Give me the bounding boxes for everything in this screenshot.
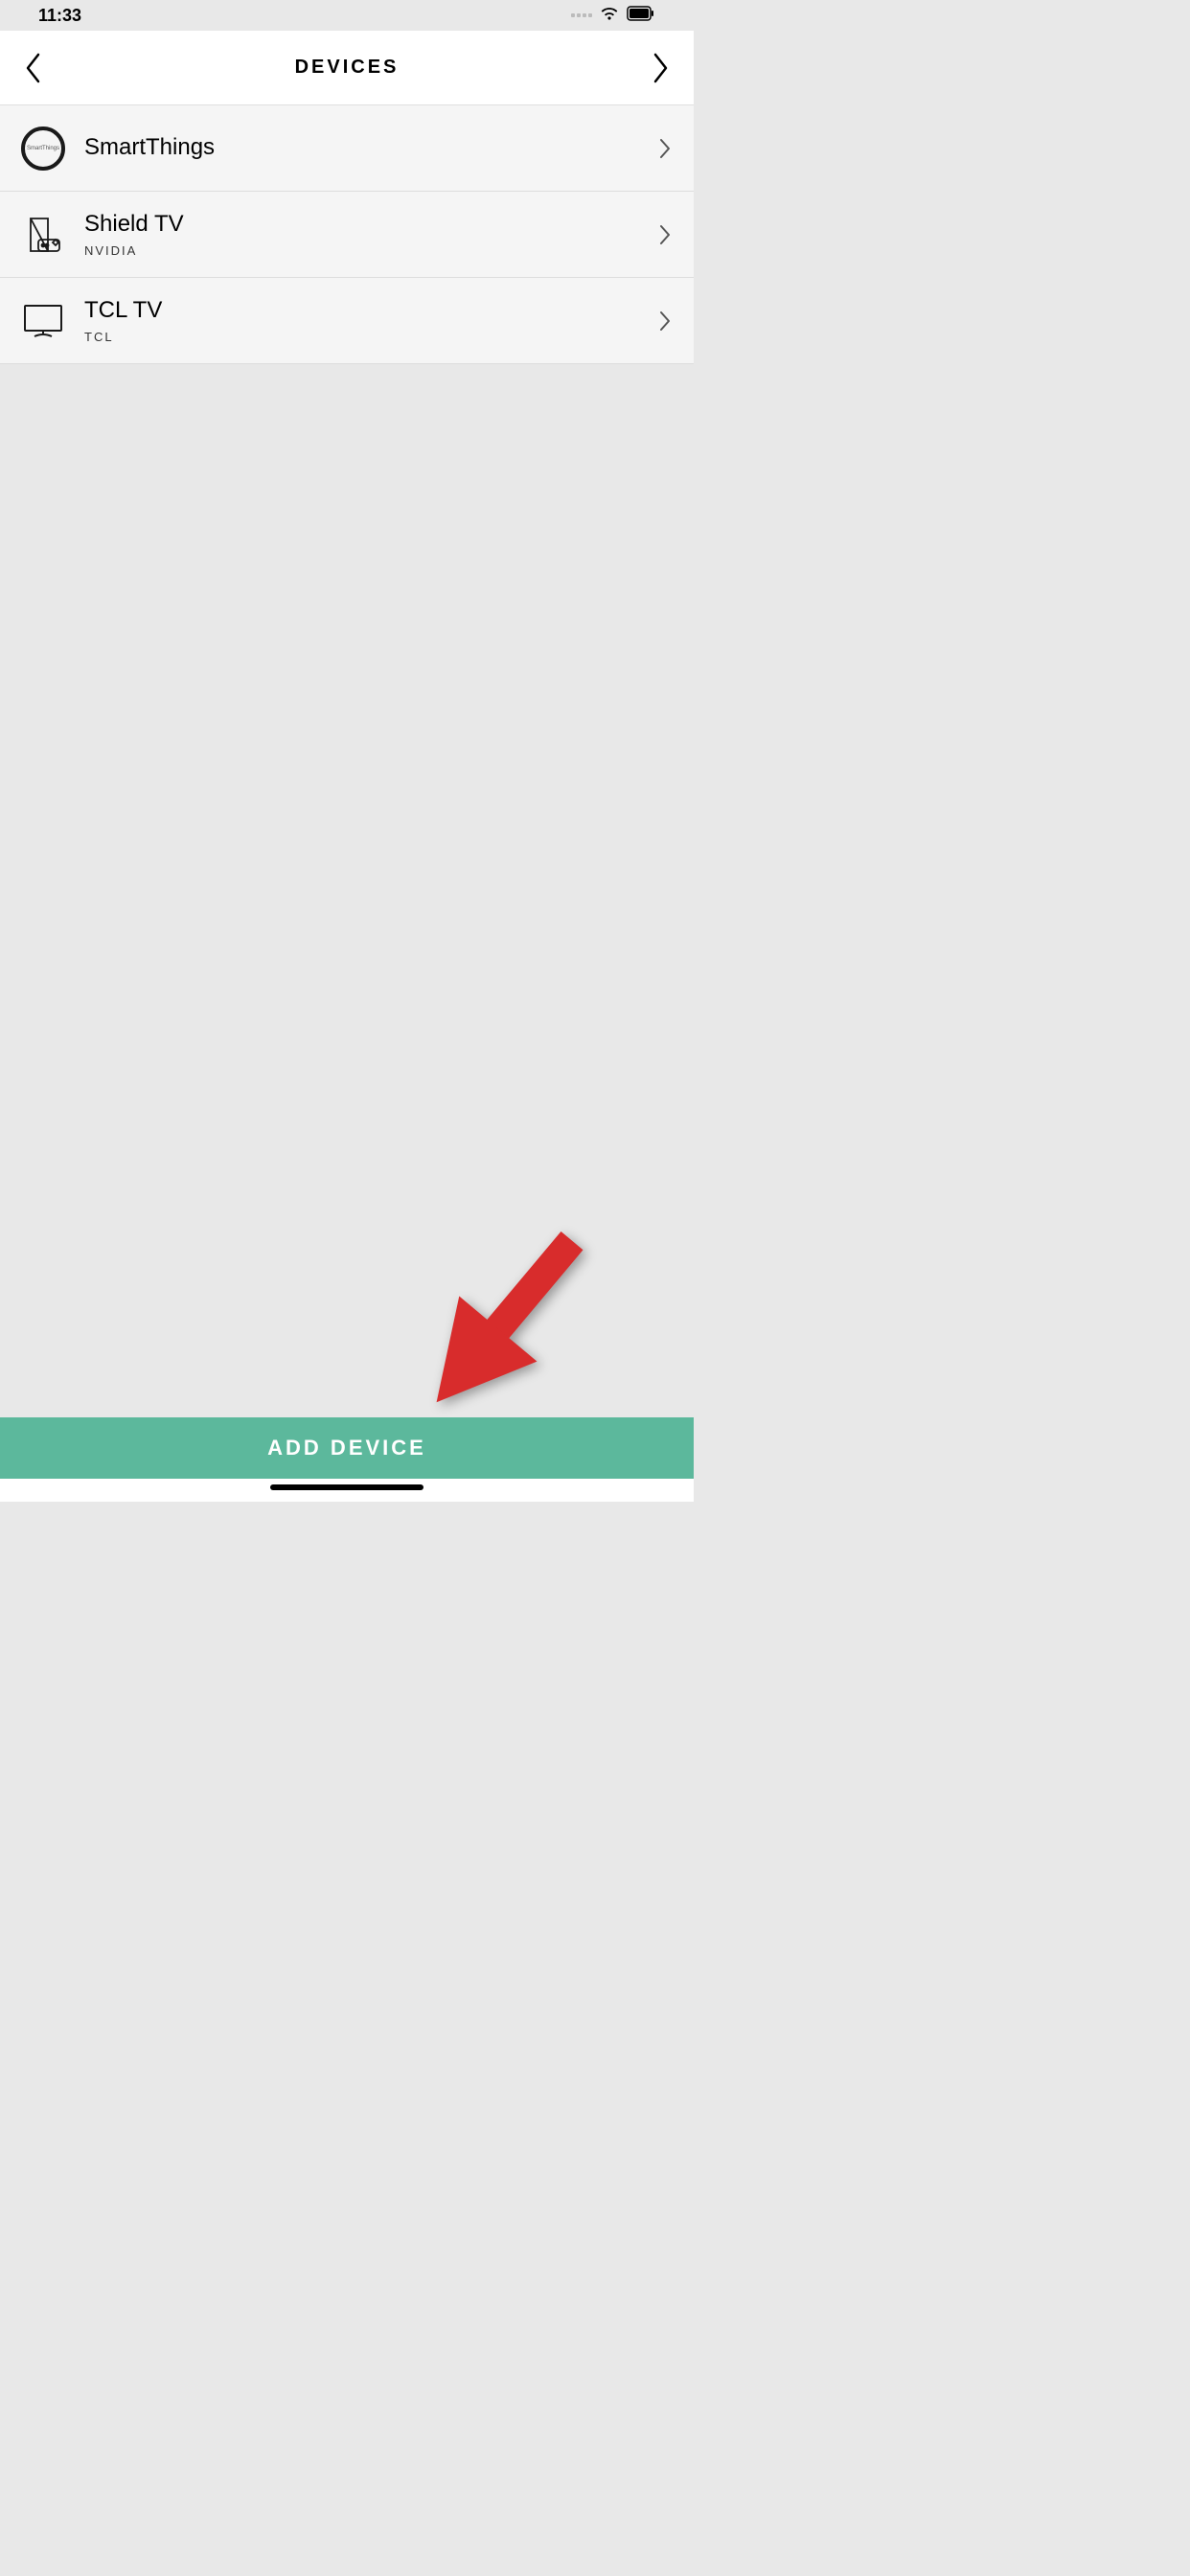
device-row-tcl[interactable]: TCL TV TCL	[0, 278, 694, 364]
smartthings-icon: SmartThings	[19, 125, 67, 172]
battery-icon	[627, 6, 655, 26]
wifi-icon	[600, 4, 619, 28]
bottom-bar	[0, 1479, 694, 1502]
device-text: TCL TV TCL	[84, 297, 655, 345]
forward-button[interactable]	[646, 45, 676, 91]
device-name: Shield TV	[84, 211, 655, 239]
device-subtitle: NVIDIA	[84, 243, 655, 258]
status-right	[571, 4, 655, 28]
device-text: SmartThings	[84, 134, 655, 162]
shield-tv-icon	[19, 211, 67, 259]
page-title: DEVICES	[48, 57, 646, 79]
device-subtitle: TCL	[84, 330, 655, 344]
chevron-right-icon	[655, 134, 675, 163]
chevron-right-icon	[655, 307, 675, 335]
tv-icon	[19, 297, 67, 345]
status-bar: 11:33	[0, 0, 694, 31]
device-list: SmartThings SmartThings Shield TV NVIDIA	[0, 105, 694, 364]
page-header: DEVICES	[0, 31, 694, 105]
add-device-button[interactable]: ADD DEVICE	[0, 1417, 694, 1479]
chevron-right-icon	[655, 220, 675, 249]
home-indicator[interactable]	[270, 1484, 423, 1490]
signal-dots	[571, 13, 592, 17]
device-row-shield[interactable]: Shield TV NVIDIA	[0, 192, 694, 278]
annotation-arrow-icon	[406, 1205, 598, 1435]
device-row-smartthings[interactable]: SmartThings SmartThings	[0, 105, 694, 192]
device-name: TCL TV	[84, 297, 655, 325]
status-time: 11:33	[38, 6, 81, 26]
device-name: SmartThings	[84, 134, 655, 162]
back-button[interactable]	[17, 45, 48, 91]
device-text: Shield TV NVIDIA	[84, 211, 655, 259]
